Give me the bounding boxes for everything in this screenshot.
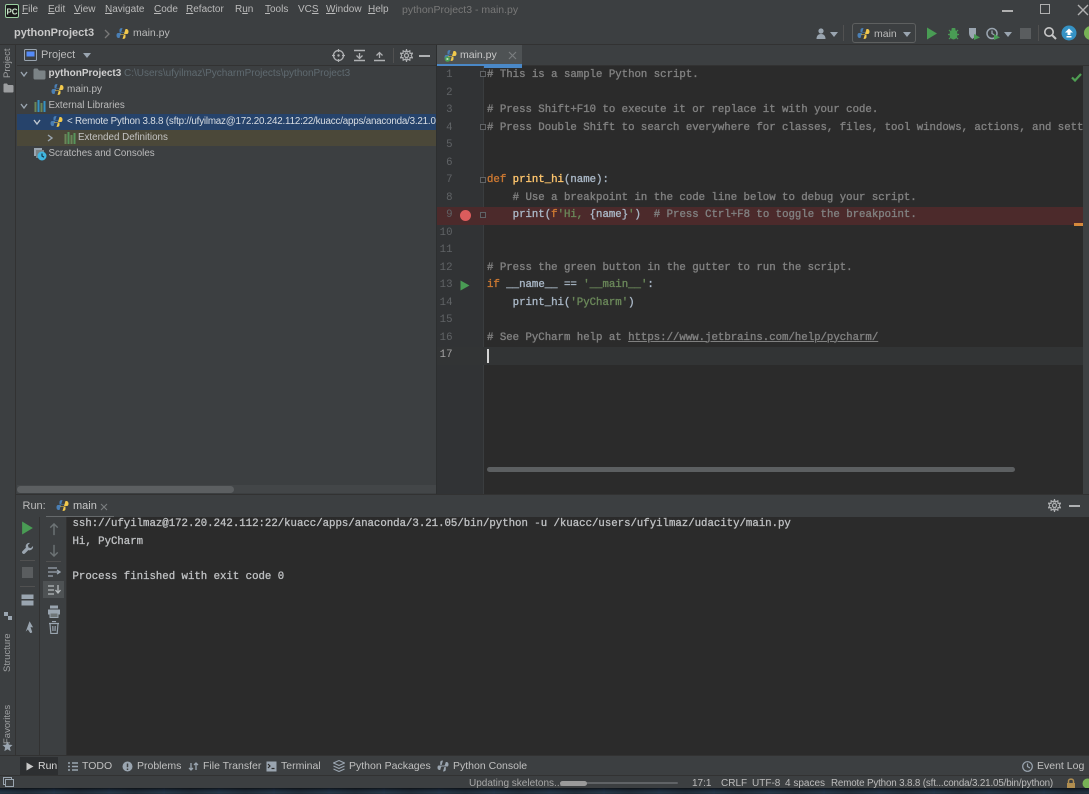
svg-text:PC: PC: [6, 8, 17, 17]
